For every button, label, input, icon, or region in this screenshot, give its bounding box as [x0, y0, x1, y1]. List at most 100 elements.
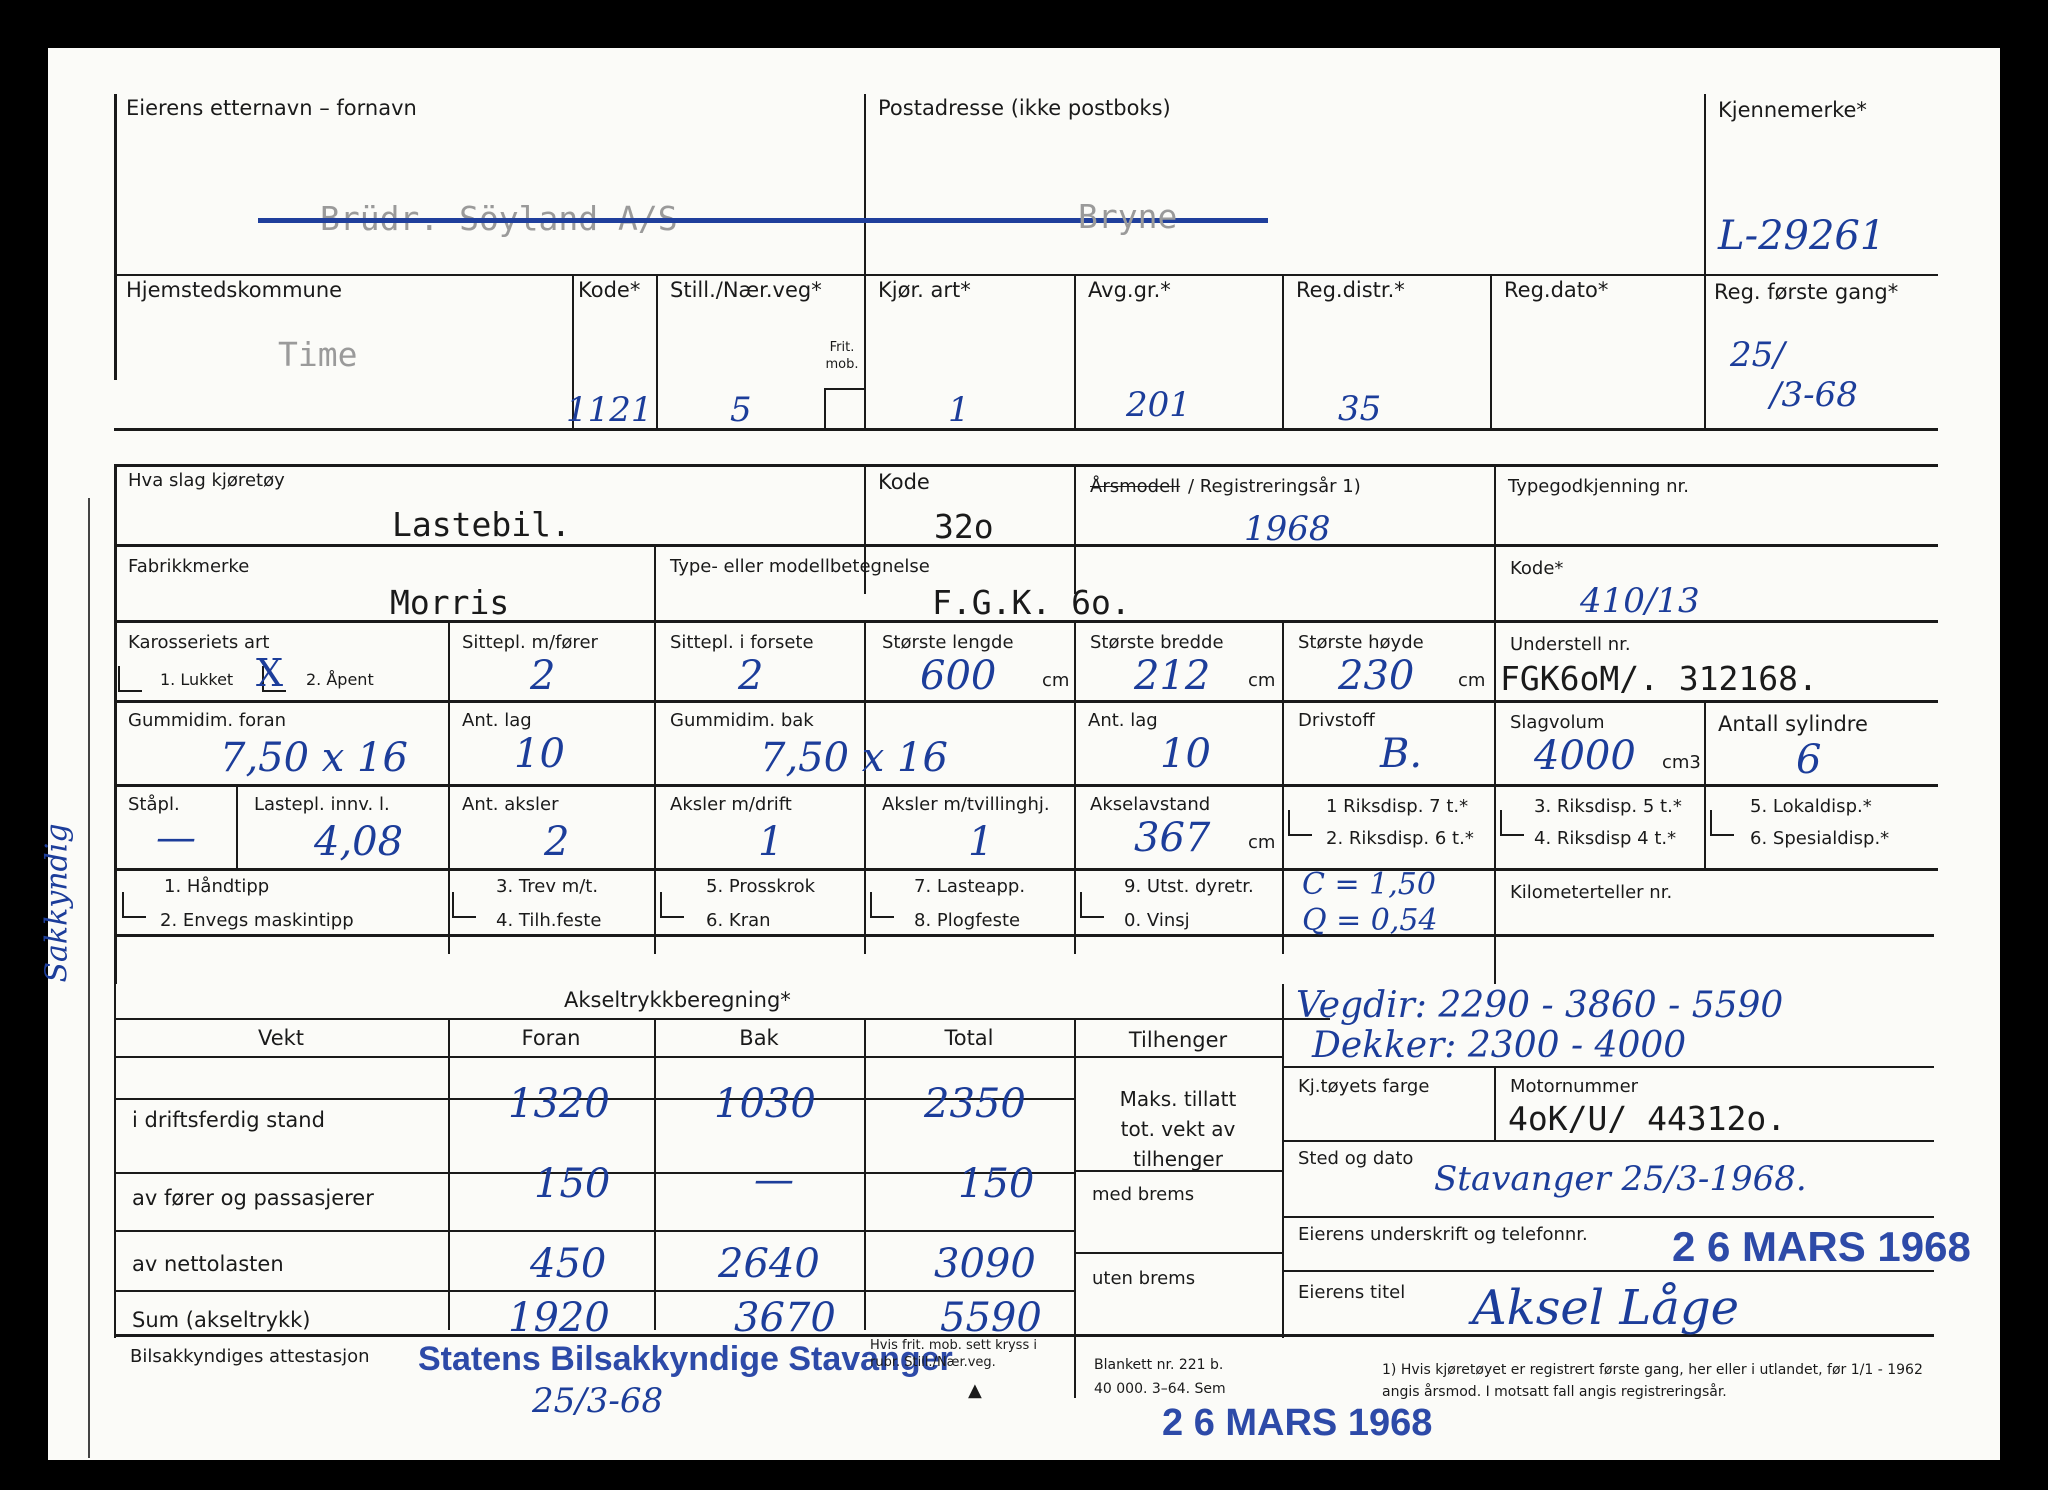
km-label: Kilometerteller nr.: [1510, 882, 1673, 903]
typegodkjenning-label: Typegodkjenning nr.: [1508, 476, 1689, 497]
axle-header-total: Total: [944, 1026, 994, 1050]
blankett-label: Blankett nr. 221 b.: [1094, 1357, 1224, 1373]
opt56-checkbox: [660, 892, 684, 918]
cylinders-value: 6: [1796, 737, 1822, 783]
opt6-label: 6. Kran: [706, 910, 771, 931]
regdato-label: Reg.dato*: [1504, 278, 1609, 302]
width-unit: cm: [1248, 670, 1276, 691]
still-label: Still./Nær.veg*: [670, 278, 822, 302]
aksler-tvilling-value: 1: [968, 819, 994, 865]
registration-card: Eierens etternavn – fornavn Brüdr. Söyla…: [40, 48, 2000, 1460]
regforste-value-1: 25/: [1730, 335, 1785, 375]
aksler-drift-label: Aksler m/drift: [670, 794, 792, 815]
date-stamp: 2 6 MARS 1968: [1672, 1223, 1971, 1270]
length-unit: cm: [1042, 670, 1070, 691]
place-label: Sted og dato: [1298, 1148, 1414, 1169]
tyre-rear-label: Gummidim. bak: [670, 710, 814, 731]
opt9-label: 9. Utst. dyretr.: [1124, 876, 1254, 897]
height-unit: cm: [1458, 670, 1486, 691]
stapl-value: —: [156, 815, 196, 861]
still-value: 5: [730, 390, 752, 430]
seats-front-label: Sittepl. i forsete: [670, 632, 814, 653]
code-label: Kode*: [578, 278, 641, 302]
axle-row-3-foran: 1920: [508, 1295, 610, 1341]
model-label: Type- eller modellbetegnelse: [670, 556, 930, 577]
vegdir-line: Vegdir: 2290 - 3860 - 5590: [1296, 985, 1784, 1026]
axle-row-1-bak: —: [754, 1157, 794, 1203]
akselavstand-label: Akselavstand: [1090, 794, 1211, 815]
dekker-line: Dekker: 2300 - 4000: [1312, 1025, 1687, 1066]
c-value: C = 1,50: [1302, 867, 1436, 902]
aksler-value: 2: [544, 819, 570, 865]
code-value: 1121: [566, 390, 653, 430]
width-label: Største bredde: [1090, 632, 1224, 653]
axle-row-0-foran: 1320: [508, 1081, 610, 1127]
axle-row-2-total: 3090: [934, 1241, 1036, 1287]
kode-label: Kode: [878, 470, 930, 494]
municipality-value: Time: [278, 335, 358, 374]
kode-value: 32o: [934, 507, 994, 546]
akselavstand-unit: cm: [1248, 832, 1276, 853]
tyre-front-value: 7,50 x 16: [220, 735, 408, 781]
bottom-date-stamp: 2 6 MARS 1968: [1162, 1402, 1433, 1444]
fuel-label: Drivstoff: [1298, 710, 1375, 731]
body-closed-checkbox: [118, 666, 142, 692]
antlag-front-value: 10: [514, 731, 565, 777]
axle-row-1-total: 150: [958, 1161, 1035, 1207]
riks6-label: 6. Spesialdisp.*: [1750, 828, 1890, 849]
frit-label: Frit. mob.: [825, 340, 859, 372]
axle-header-foran: Foran: [521, 1026, 581, 1050]
attest-date: 25/3-68: [532, 1381, 664, 1421]
axle-title: Akseltrykkberegning*: [564, 988, 791, 1012]
municipality-label: Hjemstedskommune: [126, 278, 343, 302]
opt7-label: 7. Lasteapp.: [914, 876, 1026, 897]
make-label: Fabrikkmerke: [128, 556, 250, 577]
hvis-text: Hvis frit. mob. sett kryss i rubr. Still…: [870, 1338, 1037, 1370]
regyear-value: 1968: [1244, 509, 1331, 549]
fuel-value: B.: [1380, 731, 1423, 777]
axle-row-1-foran: 150: [534, 1161, 611, 1207]
kjor-label: Kjør. art*: [878, 278, 971, 302]
length-value: 600: [920, 653, 997, 699]
riks2-label: 2. Riksdisp. 6 t.*: [1326, 828, 1474, 849]
axle-row-2-bak: 2640: [718, 1241, 820, 1287]
height-value: 230: [1338, 653, 1415, 699]
motor-label: Motornummer: [1510, 1076, 1639, 1097]
length-label: Største lengde: [882, 632, 1014, 653]
chassis-label: Understell nr.: [1510, 634, 1631, 655]
body-check-mark: X: [256, 651, 284, 695]
displacement-value: 4000: [1534, 733, 1636, 779]
arrow-icon: ▲: [968, 1380, 982, 1401]
cylinders-label: Antall sylindre: [1718, 712, 1868, 736]
displacement-label: Slagvolum: [1510, 712, 1605, 733]
seats-label: Sittepl. m/fører: [462, 632, 598, 653]
plate-label: Kjennemerke*: [1718, 98, 1867, 122]
opt0-label: 0. Vinsj: [1124, 910, 1190, 931]
riks5-checkbox: [1710, 810, 1734, 836]
antlag-rear-value: 10: [1160, 731, 1211, 777]
axle-row-0-bak: 1030: [714, 1081, 816, 1127]
riks5-label: 5. Lokaldisp.*: [1750, 796, 1872, 817]
seats-front-value: 2: [738, 653, 764, 699]
make-value: Morris: [390, 583, 510, 622]
address-value: Bryne: [1078, 197, 1178, 236]
antlag-rear-label: Ant. lag: [1088, 710, 1158, 731]
regforste-value-2: /3-68: [1770, 375, 1858, 415]
axle-row-3-bak: 3670: [734, 1295, 836, 1341]
chassis-value: FGK6oM/. 312168.: [1500, 659, 1818, 698]
address-label: Postadresse (ikke postboks): [878, 96, 1171, 120]
opt34-checkbox: [452, 892, 476, 918]
avg-value: 201: [1126, 385, 1191, 425]
opt2-label: 2. Envegs maskintipp: [160, 910, 354, 931]
q-value: Q = 0,54: [1302, 903, 1438, 938]
axle-header-tilhenger: Tilhenger: [1128, 1028, 1228, 1052]
side-note: Sakkyndig: [39, 823, 75, 983]
opt12-checkbox: [122, 892, 146, 918]
riks3-checkbox: [1500, 810, 1524, 836]
tyre-front-label: Gummidim. foran: [128, 710, 287, 731]
regdistr-label: Reg.distr.*: [1296, 278, 1405, 302]
axle-row-3-label: Sum (akseltrykk): [132, 1308, 311, 1332]
body-label: Karosseriets art: [128, 632, 270, 653]
width-value: 212: [1134, 653, 1211, 699]
stapl-label: Ståpl.: [128, 794, 180, 815]
